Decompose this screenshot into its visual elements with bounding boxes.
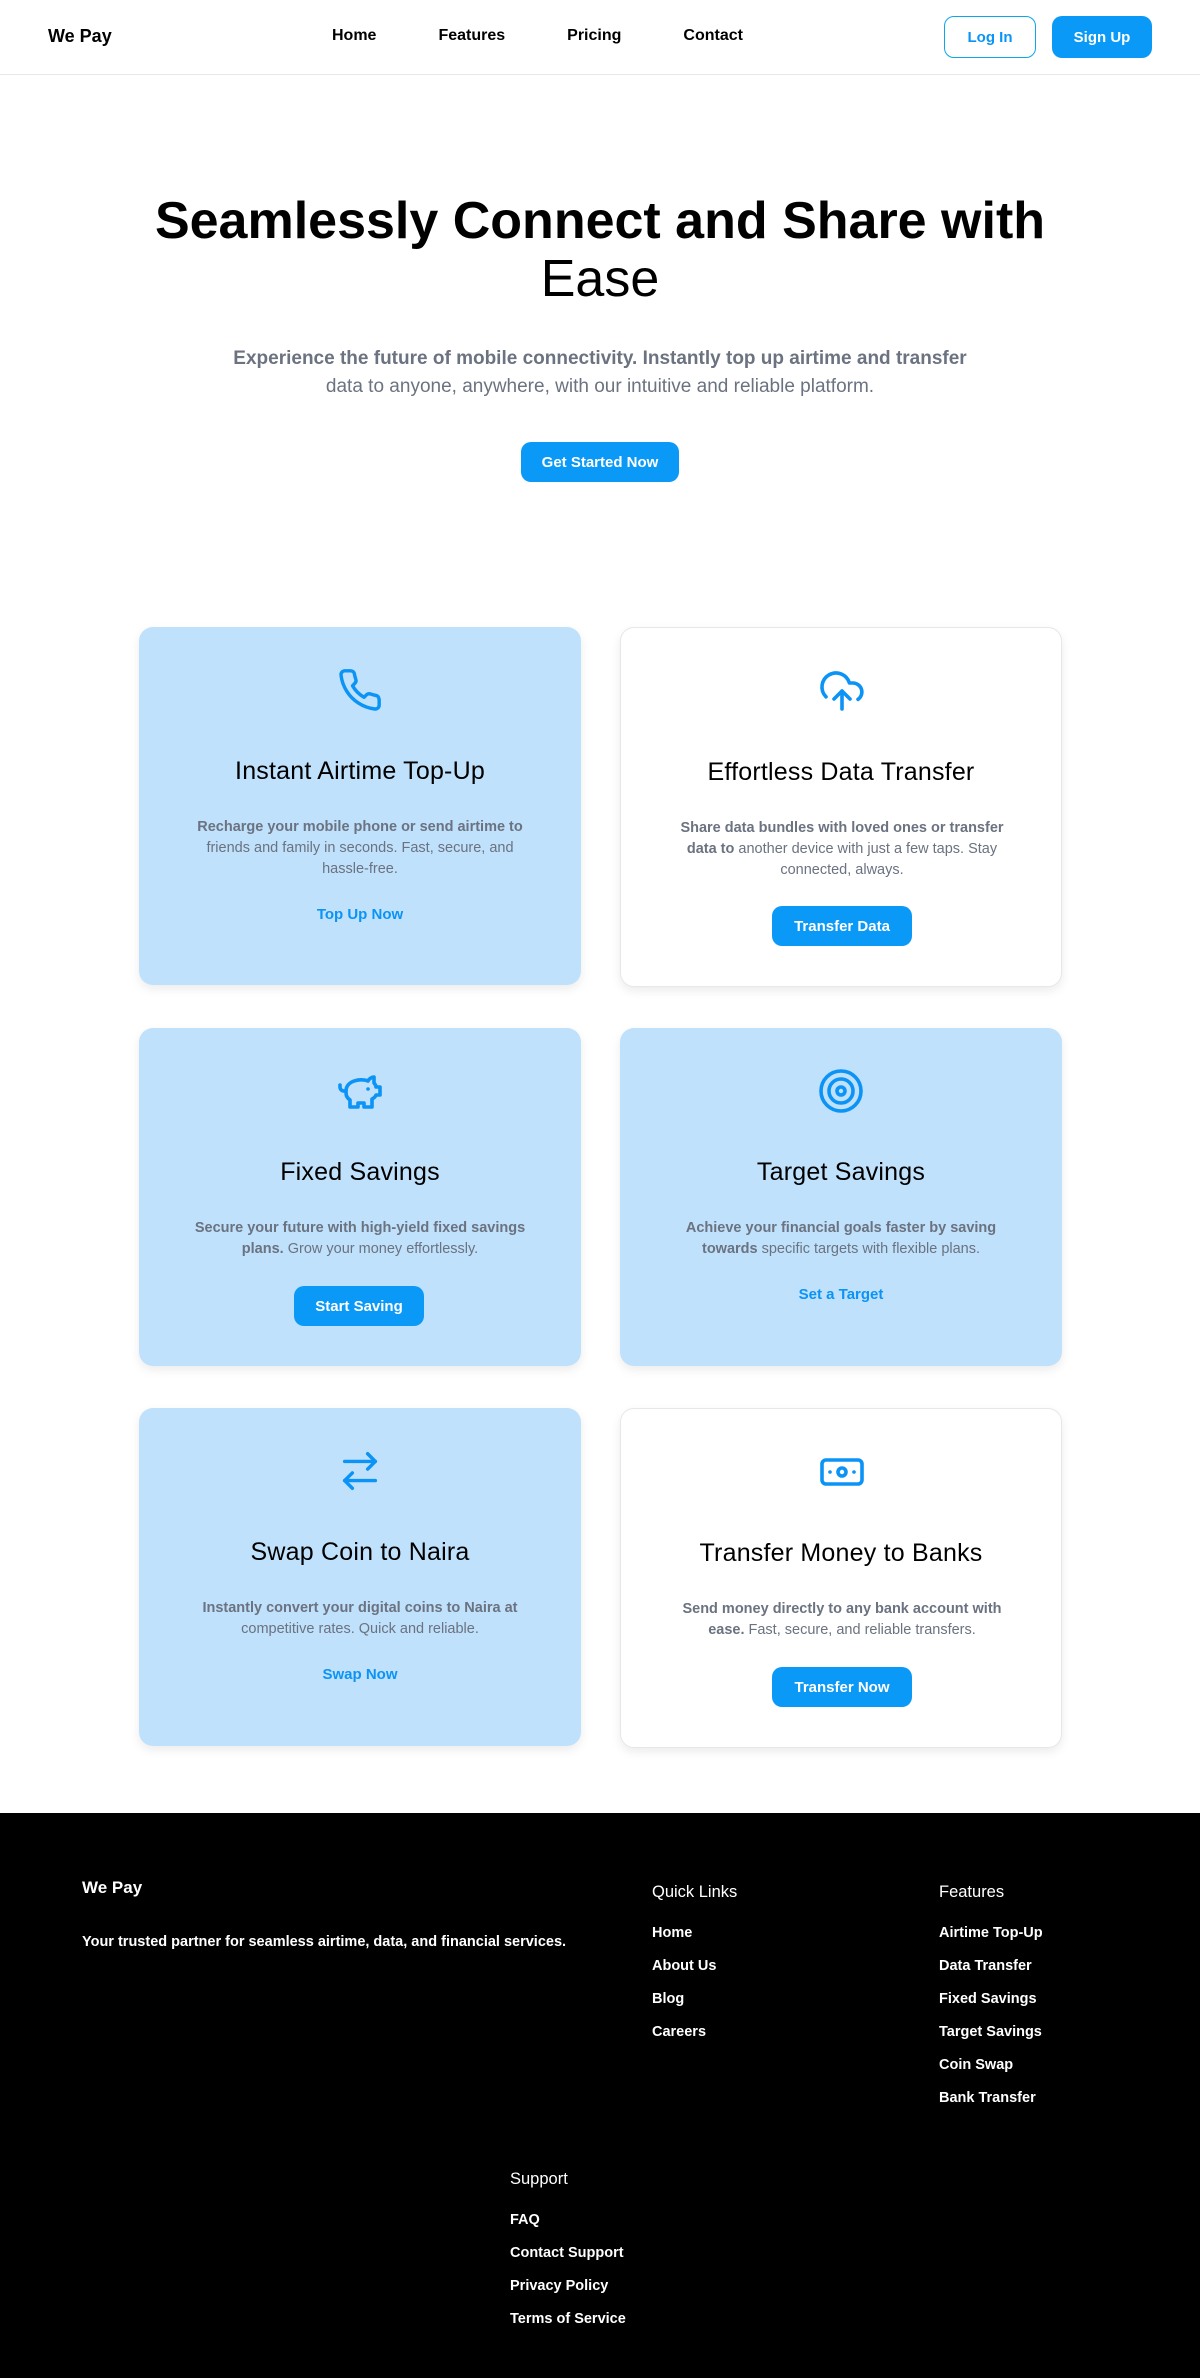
nav-link-pricing[interactable]: Pricing <box>567 27 621 45</box>
feature-card-swap-coin: Swap Coin to Naira Instantly convert you… <box>139 1408 581 1746</box>
footer-link-home[interactable]: Home <box>652 1925 737 1942</box>
nav-link-contact[interactable]: Contact <box>683 27 743 45</box>
card-title: Swap Coin to Naira <box>250 1538 470 1566</box>
footer-link-bank-transfer[interactable]: Bank Transfer <box>939 2090 1043 2107</box>
card-description: Share data bundles with loved ones or tr… <box>669 818 1015 881</box>
card-description-bold: Instantly convert your digital coins to … <box>202 1600 518 1616</box>
footer-link-coin-swap[interactable]: Coin Swap <box>939 2057 1043 2074</box>
footer-features: Features Airtime Top-Up Data Transfer Fi… <box>939 1883 1043 2123</box>
feature-card-target-savings: Target Savings Achieve your financial go… <box>620 1028 1062 1366</box>
feature-card-airtime: Instant Airtime Top-Up Recharge your mob… <box>139 627 581 985</box>
get-started-button[interactable]: Get Started Now <box>521 442 679 482</box>
card-title: Fixed Savings <box>280 1158 440 1186</box>
main-nav: Home Features Pricing Contact <box>332 27 743 45</box>
start-saving-button[interactable]: Start Saving <box>294 1286 424 1326</box>
piggy-bank-icon <box>335 1066 385 1116</box>
phone-icon <box>335 665 385 715</box>
feature-card-bank-transfer: Transfer Money to Banks Send money direc… <box>620 1408 1062 1748</box>
card-title: Instant Airtime Top-Up <box>235 757 485 785</box>
footer-link-data-transfer[interactable]: Data Transfer <box>939 1958 1043 1975</box>
card-title: Target Savings <box>756 1158 926 1186</box>
footer-link-about-us[interactable]: About Us <box>652 1958 737 1975</box>
hero-title: Seamlessly Connect and Share with Ease <box>100 192 1100 308</box>
footer-link-blog[interactable]: Blog <box>652 1991 737 2008</box>
card-description: Achieve your financial goals faster by s… <box>668 1218 1014 1260</box>
hero-title-line1: Seamlessly Connect and Share with <box>154 192 1046 250</box>
card-description: Instantly convert your digital coins to … <box>187 1598 533 1640</box>
footer-link-contact-support[interactable]: Contact Support <box>510 2245 626 2262</box>
footer-link-target-savings[interactable]: Target Savings <box>939 2024 1043 2041</box>
footer-link-faq[interactable]: FAQ <box>510 2212 626 2229</box>
card-description-rest: specific targets with flexible plans. <box>761 1241 981 1257</box>
card-description-rest: friends and family in seconds. Fast, sec… <box>206 840 514 877</box>
transfer-data-button[interactable]: Transfer Data <box>772 906 912 946</box>
card-title: Effortless Data Transfer <box>707 758 975 786</box>
login-button[interactable]: Log In <box>944 16 1036 58</box>
site-footer: We Pay Your trusted partner for seamless… <box>0 1813 1200 2378</box>
hero-subtitle: Experience the future of mobile connecti… <box>230 345 970 401</box>
hero-subtitle-rest: data to anyone, anywhere, with our intui… <box>325 376 875 397</box>
footer-link-terms-of-service[interactable]: Terms of Service <box>510 2311 626 2328</box>
footer-link-fixed-savings[interactable]: Fixed Savings <box>939 1991 1043 2008</box>
footer-link-airtime-top-up[interactable]: Airtime Top-Up <box>939 1925 1043 1942</box>
footer-quick-links-heading: Quick Links <box>652 1883 738 1901</box>
card-description-rest: another device with just a few taps. Sta… <box>738 841 998 878</box>
feature-card-fixed-savings: Fixed Savings Secure your future with hi… <box>139 1028 581 1366</box>
set-a-target-link[interactable]: Set a Target <box>620 1286 1062 1303</box>
footer-link-privacy-policy[interactable]: Privacy Policy <box>510 2278 626 2295</box>
hero-title-line2: Ease <box>540 250 660 308</box>
card-description: Send money directly to any bank account … <box>669 1599 1015 1641</box>
footer-support: Support FAQ Contact Support Privacy Poli… <box>510 2170 626 2344</box>
feature-card-data: Effortless Data Transfer Share data bund… <box>620 627 1062 987</box>
nav-link-home[interactable]: Home <box>332 27 376 45</box>
swap-arrows-icon <box>335 1446 385 1496</box>
hero-subtitle-bold: Experience the future of mobile connecti… <box>233 348 967 369</box>
card-description-rest: Grow your money effortlessly. <box>287 1241 479 1257</box>
footer-brand: We Pay <box>82 1878 143 1897</box>
card-description-bold: Recharge your mobile phone or send airti… <box>197 819 523 835</box>
banknote-icon <box>817 1447 867 1497</box>
footer-tagline: Your trusted partner for seamless airtim… <box>82 1934 567 1950</box>
footer-features-heading: Features <box>939 1883 1005 1901</box>
brand-logo[interactable]: We Pay <box>48 26 112 47</box>
cloud-upload-icon <box>817 666 867 716</box>
top-up-now-link[interactable]: Top Up Now <box>139 906 581 923</box>
target-icon <box>816 1066 866 1116</box>
footer-link-careers[interactable]: Careers <box>652 2024 737 2041</box>
card-description-rest: competitive rates. Quick and reliable. <box>241 1621 479 1637</box>
card-description: Secure your future with high-yield fixed… <box>187 1218 533 1260</box>
swap-now-link[interactable]: Swap Now <box>139 1666 581 1683</box>
card-description: Recharge your mobile phone or send airti… <box>187 817 533 880</box>
footer-support-heading: Support <box>510 2170 568 2188</box>
top-navbar: We Pay Home Features Pricing Contact Log… <box>0 0 1200 75</box>
footer-quick-links: Quick Links Home About Us Blog Careers <box>652 1883 737 2057</box>
card-description-rest: Fast, secure, and reliable transfers. <box>748 1622 976 1638</box>
nav-link-features[interactable]: Features <box>438 27 505 45</box>
card-title: Transfer Money to Banks <box>699 1539 983 1567</box>
transfer-now-button[interactable]: Transfer Now <box>772 1667 912 1707</box>
signup-button[interactable]: Sign Up <box>1052 16 1152 58</box>
